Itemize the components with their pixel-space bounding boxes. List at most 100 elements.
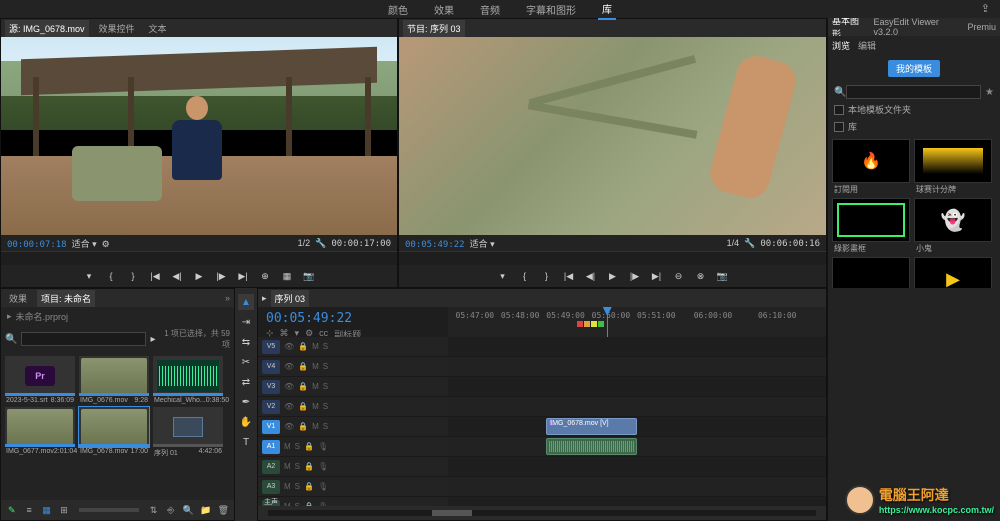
eg-search-input[interactable] [846,85,981,99]
step-fwd-icon[interactable]: |▶ [214,269,228,283]
thumb-size-slider[interactable] [79,508,139,512]
proj-filter-icon[interactable]: ▸ [150,334,155,345]
go-out-icon[interactable]: ▶| [236,269,250,283]
sequence-tab[interactable]: 序列 03 [271,290,310,307]
marker-orange[interactable] [584,321,590,327]
audio-track-head[interactable]: 主声道MS🔒🎙 [258,497,448,506]
playhead[interactable] [607,307,608,337]
razor-tool-icon[interactable]: ✂ [238,354,254,370]
audio-lane[interactable] [448,497,826,506]
source-out-timecode[interactable]: 00:00:17:00 [331,239,391,249]
toggle-output-icon[interactable]: 👁 [284,422,294,431]
project-tab[interactable]: 项目: 未命名 [37,290,95,307]
audio-lane[interactable] [448,477,826,497]
lock-icon[interactable]: 🔒 [298,382,308,391]
eg-extra[interactable]: Premiu [967,22,996,32]
type-tool-icon[interactable]: T [238,434,254,450]
source-tab[interactable]: 源: IMG_0678.mov [5,20,89,37]
program-zoom-dropdown[interactable]: 1/4 [727,238,740,248]
audio-clip[interactable] [546,438,637,455]
library-checkbox[interactable] [834,122,844,132]
track-target[interactable]: V5 [262,340,280,354]
eg-filter-icon[interactable]: ★ [985,87,994,98]
lock-icon[interactable]: 🔒 [298,342,308,351]
delete-icon[interactable]: 🗑 [217,503,230,517]
tl-menu-icon[interactable]: ▸ [262,293,267,304]
video-lane[interactable] [448,397,826,417]
eg-edit-tab[interactable]: 编辑 [858,39,876,52]
lock-icon[interactable]: 🔒 [298,422,308,431]
icon-view-icon[interactable]: ▦ [40,503,53,517]
prg-export-frame-icon[interactable]: 📷 [716,269,730,283]
eg-browse-tab[interactable]: 浏览 [832,39,850,52]
timeline-timecode[interactable]: 00:05:49:22 [266,311,440,326]
solo-icon[interactable]: S [295,462,300,471]
project-search-input[interactable] [21,332,146,346]
workspace-tab-captions[interactable]: 字幕和图形 [522,0,580,19]
video-lane[interactable]: fx IMG_0678.mov [V] [448,417,826,437]
program-scrub-bar[interactable] [399,251,826,265]
go-in-icon[interactable]: |◀ [148,269,162,283]
source-scrub-bar[interactable] [1,251,397,265]
my-templates-button[interactable]: 我的模板 [888,60,940,77]
marker-green[interactable] [598,321,604,327]
video-track-head[interactable]: V2👁🔒MS [258,397,448,417]
mute-icon[interactable]: M [284,482,291,491]
video-clip[interactable]: fx IMG_0678.mov [V] [546,418,637,435]
template-thumb[interactable] [832,139,910,183]
prg-play-icon[interactable]: ▶ [606,269,620,283]
timeline-ruler[interactable]: 05:47:00 05:48:00 05:49:00 05:50:00 05:5… [448,307,826,337]
track-target[interactable]: V3 [262,380,280,394]
prg-step-fwd-icon[interactable]: |▶ [628,269,642,283]
share-icon[interactable]: ⇪ [981,2,990,15]
audio-track-head[interactable]: A1MS🔒🎙 [258,437,448,457]
overwrite-icon[interactable]: ▦ [280,269,294,283]
program-monitor-view[interactable] [399,37,826,235]
prg-in-icon[interactable]: { [518,269,532,283]
prg-marker-icon[interactable]: ▾ [496,269,510,283]
mute-icon[interactable]: M [284,442,291,451]
track-target[interactable]: V4 [262,360,280,374]
source-wrench-icon[interactable]: 🔧 [315,238,326,248]
marker-yellow[interactable] [591,321,597,327]
pen-tool-icon[interactable]: ✒ [238,394,254,410]
source-zoom-dropdown[interactable]: 1/2 [298,238,311,248]
prg-lift-icon[interactable]: ⊖ [672,269,686,283]
prg-go-in-icon[interactable]: |◀ [562,269,576,283]
text-tab[interactable]: 文本 [145,20,171,37]
toggle-output-icon[interactable]: 👁 [284,382,294,391]
video-track-head[interactable]: V3👁🔒MS [258,377,448,397]
track-target[interactable]: A3 [262,480,280,494]
track-target[interactable]: V2 [262,400,280,414]
step-back-icon[interactable]: ◀| [170,269,184,283]
template-thumb[interactable] [914,257,992,288]
source-monitor-view[interactable] [1,37,397,235]
bin-thumb[interactable] [79,407,149,447]
video-lane[interactable] [448,357,826,377]
lock-icon[interactable]: 🔒 [298,402,308,411]
audio-lane[interactable] [448,437,826,457]
solo-icon[interactable]: S [295,442,300,451]
source-in-timecode[interactable]: 00:00:07:18 [7,240,67,250]
bin-thumb[interactable] [5,407,75,447]
add-marker-icon[interactable]: ▾ [82,269,96,283]
track-select-tool-icon[interactable]: ⇥ [238,314,254,330]
workspace-tab-audio[interactable]: 音频 [476,0,504,19]
hand-tool-icon[interactable]: ✋ [238,414,254,430]
workspace-tab-library[interactable]: 库 [598,0,616,20]
mark-out-icon[interactable]: } [126,269,140,283]
bin-thumb[interactable]: Pr [5,356,75,396]
track-target[interactable]: V1 [262,420,280,434]
program-fit-dropdown[interactable]: 适合 [470,239,488,249]
bin-thumb[interactable] [153,356,223,396]
track-target[interactable]: A1 [262,440,280,454]
timeline-zoom-slider[interactable] [268,510,816,516]
template-thumb[interactable] [914,198,992,242]
prg-extract-icon[interactable]: ⊗ [694,269,708,283]
new-item-icon[interactable]: ✎ [5,503,18,517]
automate-icon[interactable]: ⎆ [164,503,177,517]
program-wrench-icon[interactable]: 🔧 [744,238,755,248]
template-thumb[interactable] [832,198,910,242]
template-thumb[interactable] [914,139,992,183]
audio-track-head[interactable]: A2MS🔒🎙 [258,457,448,477]
